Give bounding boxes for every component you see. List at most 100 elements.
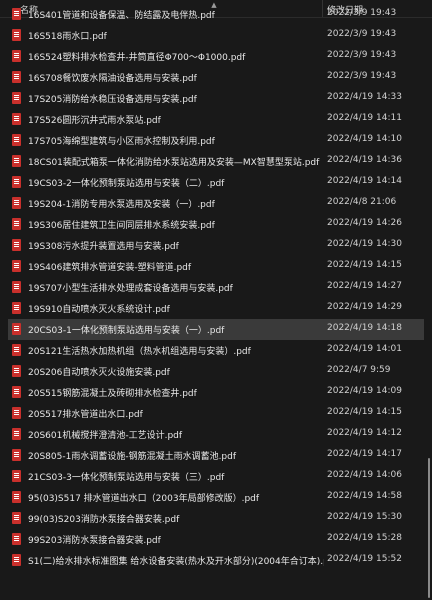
pdf-file-icon — [12, 134, 21, 146]
pdf-file-icon — [12, 491, 21, 503]
pdf-file-icon — [12, 449, 21, 461]
file-row[interactable]: 19S406建筑排水管道安装-塑料管道.pdf 2022/4/19 14:15 — [8, 256, 424, 277]
file-modified-date: 2022/4/19 14:26 — [327, 218, 402, 228]
file-modified-date: 2022/4/19 14:58 — [327, 491, 402, 501]
pdf-file-icon — [12, 50, 21, 62]
file-row[interactable]: 20CS03-1一体化预制泵站选用与安装（一）.pdf 2022/4/19 14:… — [8, 319, 424, 340]
file-name: 17S205消防给水稳压设备选用与安装.pdf — [28, 95, 197, 105]
file-name: 16S518雨水口.pdf — [28, 32, 107, 42]
file-row[interactable]: 19S308污水提升装置选用与安装.pdf 2022/4/19 14:30 — [8, 235, 424, 256]
file-modified-date: 2022/3/9 19:43 — [327, 50, 397, 60]
file-modified-date: 2022/4/7 9:59 — [327, 365, 391, 375]
pdf-file-icon — [12, 71, 21, 83]
file-row[interactable]: 20S601机械搅拌澄清池-工艺设计.pdf 2022/4/19 14:12 — [8, 424, 424, 445]
file-row[interactable]: 19S306居住建筑卫生间同层排水系统安装.pdf 2022/4/19 14:26 — [8, 214, 424, 235]
file-modified-date: 2022/4/19 14:11 — [327, 113, 402, 123]
file-name: 20S515钢筋混凝土及砖砌排水检查井.pdf — [28, 389, 197, 399]
vertical-scrollbar[interactable] — [426, 18, 432, 600]
file-modified-date: 2022/4/19 14:30 — [327, 239, 402, 249]
file-row[interactable]: 17S705海绵型建筑与小区雨水控制及利用.pdf 2022/4/19 14:10 — [8, 130, 424, 151]
file-row[interactable]: 19CS03-2一体化预制泵站选用与安装（二）.pdf 2022/4/19 14:… — [8, 172, 424, 193]
file-name: 18CS01装配式箱泵一体化消防给水泵站选用及安装—MX智慧型泵站.pdf — [28, 158, 320, 168]
file-name: 17S526圆形沉井式雨水泵站.pdf — [28, 116, 161, 126]
file-modified-date: 2022/4/19 14:15 — [327, 407, 402, 417]
file-name: 20CS03-1一体化预制泵站选用与安装（一）.pdf — [28, 326, 225, 336]
file-name: 20S206自动喷水灭火设施安装.pdf — [28, 368, 170, 378]
file-name: 99(03)S203消防水泵接合器安装.pdf — [28, 515, 180, 525]
file-row[interactable]: 20S515钢筋混凝土及砖砌排水检查井.pdf 2022/4/19 14:09 — [8, 382, 424, 403]
file-name: 19CS03-2一体化预制泵站选用与安装（二）.pdf — [28, 179, 225, 189]
file-modified-date: 2022/4/19 14:09 — [327, 386, 402, 396]
file-row[interactable]: 16S518雨水口.pdf 2022/3/9 19:43 — [8, 25, 424, 46]
file-name: 21CS03-3一体化预制泵站选用与安装（三）.pdf — [28, 473, 225, 483]
file-name: 95(03)S517 排水管道出水口（2003年局部修改版）.pdf — [28, 494, 260, 504]
file-modified-date: 2022/4/19 15:28 — [327, 533, 402, 543]
file-modified-date: 2022/4/19 14:06 — [327, 470, 402, 480]
file-name: 19S306居住建筑卫生间同层排水系统安装.pdf — [28, 221, 215, 231]
file-row[interactable]: 16S708餐饮废水隔油设备选用与安装.pdf 2022/3/9 19:43 — [8, 67, 424, 88]
pdf-file-icon — [12, 554, 21, 566]
file-row[interactable]: 20S517排水管道出水口.pdf 2022/4/19 14:15 — [8, 403, 424, 424]
pdf-file-icon — [12, 260, 21, 272]
scrollbar-thumb[interactable] — [428, 458, 430, 598]
pdf-file-icon — [12, 533, 21, 545]
file-row[interactable]: 16S524塑料排水检查井-井筒直径Φ700～Φ1000.pdf 2022/3/9… — [8, 46, 424, 67]
file-modified-date: 2022/4/19 14:12 — [327, 428, 402, 438]
file-name: 20S805-1雨水调蓄设施-钢筋混凝土雨水调蓄池.pdf — [28, 452, 237, 462]
pdf-file-icon — [12, 512, 21, 524]
file-row[interactable]: 21CS03-3一体化预制泵站选用与安装（三）.pdf 2022/4/19 14:… — [8, 466, 424, 487]
file-name: 19S910自动喷水灭火系统设计.pdf — [28, 305, 170, 315]
file-modified-date: 2022/4/19 14:29 — [327, 302, 402, 312]
pdf-file-icon — [12, 365, 21, 377]
file-modified-date: 2022/4/19 14:10 — [327, 134, 402, 144]
file-row[interactable]: 95(03)S517 排水管道出水口（2003年局部修改版）.pdf 2022/4… — [8, 487, 424, 508]
file-name: 19S204-1消防专用水泵选用及安装（一）.pdf — [28, 200, 215, 210]
file-modified-date: 2022/4/19 14:14 — [327, 176, 402, 186]
file-name: 20S121生活热水加热机组（热水机组选用与安装）.pdf — [28, 347, 251, 357]
file-modified-date: 2022/4/19 14:27 — [327, 281, 402, 291]
file-name: S1(二)给水排水标准图集 给水设备安装(热水及开水部分)(2004年合订本).… — [28, 557, 324, 567]
file-name: 16S708餐饮废水隔油设备选用与安装.pdf — [28, 74, 197, 84]
file-row[interactable]: 20S805-1雨水调蓄设施-钢筋混凝土雨水调蓄池.pdf 2022/4/19 1… — [8, 445, 424, 466]
file-modified-date: 2022/3/9 19:43 — [327, 8, 397, 18]
file-row[interactable]: 19S910自动喷水灭火系统设计.pdf 2022/4/19 14:29 — [8, 298, 424, 319]
file-modified-date: 2022/4/19 14:18 — [327, 323, 402, 333]
file-row[interactable]: 99(03)S203消防水泵接合器安装.pdf 2022/4/19 15:30 — [8, 508, 424, 529]
file-row[interactable]: S1(二)给水排水标准图集 给水设备安装(热水及开水部分)(2004年合订本).… — [8, 550, 424, 571]
file-name: 19S308污水提升装置选用与安装.pdf — [28, 242, 179, 252]
file-name: 20S517排水管道出水口.pdf — [28, 410, 143, 420]
pdf-file-icon — [12, 92, 21, 104]
file-row[interactable]: 19S204-1消防专用水泵选用及安装（一）.pdf 2022/4/8 21:06 — [8, 193, 424, 214]
pdf-file-icon — [12, 8, 21, 20]
pdf-file-icon — [12, 323, 21, 335]
file-modified-date: 2022/4/19 15:52 — [327, 554, 402, 564]
file-row[interactable]: 18CS01装配式箱泵一体化消防给水泵站选用及安装—MX智慧型泵站.pdf 202… — [8, 151, 424, 172]
pdf-file-icon — [12, 197, 21, 209]
file-modified-date: 2022/4/8 21:06 — [327, 197, 397, 207]
pdf-file-icon — [12, 29, 21, 41]
file-row[interactable]: 20S121生活热水加热机组（热水机组选用与安装）.pdf 2022/4/19 1… — [8, 340, 424, 361]
file-row[interactable]: 17S205消防给水稳压设备选用与安装.pdf 2022/4/19 14:33 — [8, 88, 424, 109]
file-row[interactable]: 19S707小型生活排水处理成套设备选用与安装.pdf 2022/4/19 14:… — [8, 277, 424, 298]
pdf-file-icon — [12, 113, 21, 125]
file-name: 16S401管道和设备保温、防结露及电伴热.pdf — [28, 11, 215, 21]
pdf-file-icon — [12, 386, 21, 398]
file-modified-date: 2022/4/19 14:15 — [327, 260, 402, 270]
file-name: 19S406建筑排水管道安装-塑料管道.pdf — [28, 263, 192, 273]
file-row[interactable]: 17S526圆形沉井式雨水泵站.pdf 2022/4/19 14:11 — [8, 109, 424, 130]
file-modified-date: 2022/3/9 19:43 — [327, 29, 397, 39]
file-row[interactable]: 99S203消防水泵接合器安装.pdf 2022/4/19 15:28 — [8, 529, 424, 550]
file-modified-date: 2022/4/19 14:01 — [327, 344, 402, 354]
pdf-file-icon — [12, 344, 21, 356]
file-name: 99S203消防水泵接合器安装.pdf — [28, 536, 161, 546]
pdf-file-icon — [12, 218, 21, 230]
pdf-file-icon — [12, 281, 21, 293]
file-row[interactable]: 16S401管道和设备保温、防结露及电伴热.pdf 2022/3/9 19:43 — [8, 4, 424, 25]
file-name: 16S524塑料排水检查井-井筒直径Φ700～Φ1000.pdf — [28, 53, 246, 63]
pdf-file-icon — [12, 155, 21, 167]
file-name: 19S707小型生活排水处理成套设备选用与安装.pdf — [28, 284, 233, 294]
file-modified-date: 2022/4/19 14:33 — [327, 92, 402, 102]
pdf-file-icon — [12, 302, 21, 314]
file-row[interactable]: 20S206自动喷水灭火设施安装.pdf 2022/4/7 9:59 — [8, 361, 424, 382]
pdf-file-icon — [12, 428, 21, 440]
